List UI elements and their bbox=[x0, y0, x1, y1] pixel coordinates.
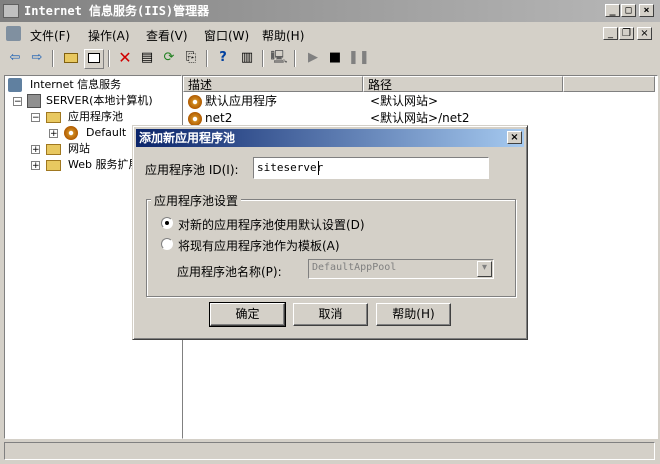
radio-default-label[interactable]: 对新的应用程序池使用默认设置(D) bbox=[178, 216, 365, 233]
radio-template-label[interactable]: 将现有应用程序池作为模板(A) bbox=[178, 237, 340, 254]
properties-icon[interactable]: ▤ bbox=[138, 49, 156, 67]
app-icon bbox=[3, 4, 19, 18]
toolbar-separator bbox=[294, 50, 296, 67]
dialog-title: 添加新应用程序池 bbox=[139, 131, 236, 145]
app-pool-icon bbox=[188, 95, 202, 109]
dialog-close-button[interactable]: × bbox=[507, 131, 522, 144]
computer-icon[interactable]: 🖳 bbox=[270, 49, 288, 67]
menu-help[interactable]: 帮助(H) bbox=[262, 27, 304, 44]
folder-icon bbox=[46, 144, 61, 155]
window-title: Internet 信息服务(IIS)管理器 bbox=[24, 4, 210, 18]
child-close-button[interactable]: × bbox=[637, 27, 652, 40]
add-app-pool-dialog[interactable]: 添加新应用程序池 × 应用程序池 ID(I): siteserver 应用程序池… bbox=[132, 125, 528, 340]
show-tree-icon[interactable] bbox=[84, 49, 104, 69]
toolbar-separator bbox=[52, 50, 54, 67]
app-pool-icon bbox=[64, 126, 78, 140]
expand-icon[interactable]: + bbox=[49, 129, 58, 139]
ok-button[interactable]: 确定 bbox=[209, 302, 286, 327]
list-item-name: 默认应用程序 bbox=[205, 94, 278, 108]
column-header-description[interactable]: 描述 bbox=[183, 76, 363, 92]
delete-icon[interactable]: ✕ bbox=[116, 49, 134, 67]
text-cursor bbox=[318, 161, 319, 175]
tree-label-root: Internet 信息服务 bbox=[30, 78, 122, 91]
toolbar-separator bbox=[206, 50, 208, 67]
radio-use-template[interactable] bbox=[161, 238, 173, 250]
mmc-icon bbox=[6, 26, 21, 41]
export-icon[interactable]: ⎘ bbox=[182, 49, 200, 67]
menu-action[interactable]: 操作(A) bbox=[88, 27, 130, 44]
collapse-icon[interactable]: − bbox=[13, 97, 22, 107]
pool-name-select[interactable]: DefaultAppPool ▾ bbox=[308, 259, 494, 279]
toolbar: ⇦ ⇨ ✕ ▤ ⟳ ⎘ ? ▥ 🖳 ▶ ■ ❚❚ bbox=[0, 46, 660, 72]
collapse-icon[interactable]: − bbox=[31, 113, 40, 123]
minimize-button[interactable]: _ bbox=[605, 4, 620, 17]
console-tree-icon[interactable]: ▥ bbox=[238, 49, 256, 67]
expand-icon[interactable]: + bbox=[31, 161, 40, 171]
dialog-titlebar[interactable]: 添加新应用程序池 × bbox=[136, 129, 524, 147]
child-restore-button[interactable]: ❐ bbox=[619, 27, 634, 40]
child-minimize-button[interactable]: _ bbox=[603, 27, 618, 40]
toolbar-separator bbox=[262, 50, 264, 67]
list-item-path: <默认网站> bbox=[370, 94, 439, 108]
group-label: 应用程序池设置 bbox=[151, 192, 242, 209]
forward-arrow-icon[interactable]: ⇨ bbox=[28, 49, 46, 67]
menu-view[interactable]: 查看(V) bbox=[146, 27, 188, 44]
pool-id-label: 应用程序池 ID(I): bbox=[145, 163, 239, 177]
help-button[interactable]: 帮助(H) bbox=[376, 303, 451, 326]
close-button[interactable]: × bbox=[639, 4, 654, 17]
refresh-icon[interactable]: ⟳ bbox=[160, 49, 178, 67]
app-pool-icon bbox=[188, 112, 202, 126]
menu-file[interactable]: 文件(F) bbox=[30, 27, 70, 44]
folder-icon bbox=[46, 160, 61, 171]
help-icon[interactable]: ? bbox=[214, 49, 232, 67]
tree-label-server: SERVER(本地计算机) bbox=[46, 94, 153, 107]
pool-id-value: siteserver bbox=[257, 161, 324, 174]
server-icon bbox=[27, 94, 41, 108]
pool-id-input[interactable]: siteserver bbox=[253, 157, 489, 179]
expand-icon[interactable]: + bbox=[31, 145, 40, 155]
toolbar-separator bbox=[108, 50, 110, 67]
tree-label-web-ext: Web 服务扩展 bbox=[68, 158, 140, 171]
tree-label-app-pools: 应用程序池 bbox=[68, 110, 123, 123]
column-header-blank[interactable] bbox=[563, 76, 655, 92]
pause-icon[interactable]: ❚❚ bbox=[348, 49, 370, 67]
window-titlebar[interactable]: Internet 信息服务(IIS)管理器 _ □ × bbox=[0, 0, 660, 22]
up-folder-icon[interactable] bbox=[62, 49, 80, 67]
back-arrow-icon[interactable]: ⇦ bbox=[6, 49, 24, 67]
menubar: 文件(F) 操作(A) 查看(V) 窗口(W) 帮助(H) _ ❐ × bbox=[0, 23, 660, 45]
radio-default-settings[interactable] bbox=[161, 217, 173, 229]
menu-window[interactable]: 窗口(W) bbox=[204, 27, 249, 44]
cancel-button[interactable]: 取消 bbox=[293, 303, 368, 326]
status-bar bbox=[4, 442, 655, 460]
pool-name-label: 应用程序池名称(P): bbox=[177, 265, 282, 279]
tree-label-websites: 网站 bbox=[68, 142, 90, 155]
chevron-down-icon[interactable]: ▾ bbox=[477, 261, 492, 277]
stop-icon[interactable]: ■ bbox=[326, 49, 344, 67]
tree-label-default-pool: Default bbox=[86, 126, 127, 139]
maximize-button[interactable]: □ bbox=[621, 4, 636, 17]
play-icon[interactable]: ▶ bbox=[304, 49, 322, 67]
iis-icon bbox=[8, 78, 22, 92]
folder-icon bbox=[46, 112, 61, 123]
pool-name-value: DefaultAppPool bbox=[312, 262, 397, 273]
list-item[interactable]: 默认应用程序 <默认网站> bbox=[185, 93, 655, 110]
column-header-path[interactable]: 路径 bbox=[363, 76, 563, 92]
